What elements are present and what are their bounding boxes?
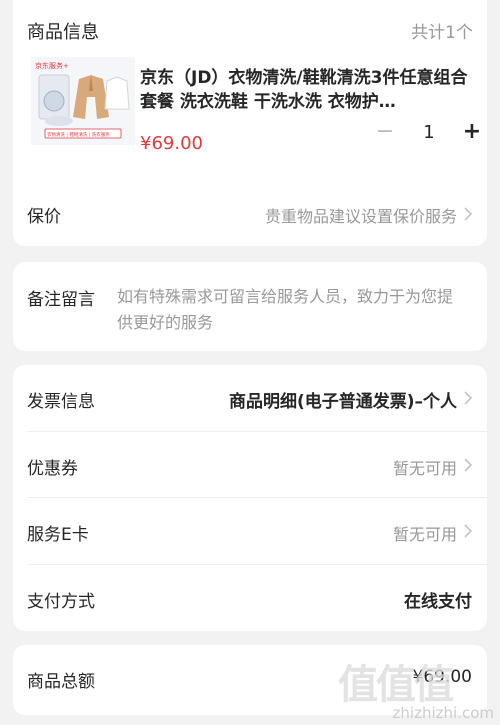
coupon-label: 优惠券 xyxy=(27,459,78,479)
insurance-label: 保价 xyxy=(27,207,61,227)
ecard-label: 服务E卡 xyxy=(27,525,89,545)
invoice-value: 商品明细(电子普通发票)–个人 xyxy=(228,392,457,412)
product-image-art: 京东服务+ 衣物清洗 | 鞋靴清洗 | 洗衣服务 xyxy=(31,57,135,145)
product-name[interactable]: 京东（JD）衣物清洗/鞋靴清洗3件任意组合套餐 洗衣洗鞋 干洗水洗 衣物护… xyxy=(140,66,473,114)
watermark-url: zhizhizhi.com xyxy=(392,704,494,722)
payment-method-value: 在线支付 xyxy=(404,592,472,612)
chevron-right-icon xyxy=(464,524,473,538)
insurance-value: 贵重物品建议设置保价服务 xyxy=(264,207,457,226)
note-input[interactable]: 如有特殊需求可留言给服务人员，致力于为您提供更好的服务 xyxy=(117,284,467,336)
image-tag-text: 衣物清洗 | 鞋靴清洗 | 洗衣服务 xyxy=(47,131,110,138)
watermark-logo: 值值值 xyxy=(338,662,454,708)
product-price: ¥69.00 xyxy=(140,133,203,154)
ecard-value: 暂无可用 xyxy=(392,525,457,544)
quantity-plus-button[interactable]: + xyxy=(458,120,486,144)
payment-method-label: 支付方式 xyxy=(27,592,95,612)
goods-count: 共计1个 xyxy=(411,23,473,43)
quantity-value[interactable]: 1 xyxy=(411,122,447,144)
coupon-value: 暂无可用 xyxy=(392,459,457,478)
image-brand-text: 京东服务+ xyxy=(35,61,69,70)
chevron-right-icon xyxy=(464,458,473,472)
order-options-card: 发票信息 商品明细(电子普通发票)–个人 优惠券 暂无可用 服务E卡 暂无可用 … xyxy=(13,365,487,631)
divider xyxy=(27,431,487,432)
divider xyxy=(27,564,487,565)
product-image[interactable]: 京东服务+ 衣物清洗 | 鞋靴清洗 | 洗衣服务 xyxy=(31,57,135,145)
invoice-label: 发票信息 xyxy=(27,392,95,412)
quantity-minus-button[interactable]: − xyxy=(371,121,399,144)
watermark: 值值值 zhizhizhi.com xyxy=(338,652,494,722)
chevron-right-icon xyxy=(464,391,473,405)
chevron-right-icon xyxy=(464,207,473,221)
divider xyxy=(27,497,487,498)
total-label: 商品总额 xyxy=(27,672,95,692)
goods-card: 商品信息 共计1个 京东服务+ 衣物清洗 | 鞋靴清洗 | 洗衣服务 京东（JD… xyxy=(13,0,487,246)
note-label: 备注留言 xyxy=(27,290,95,310)
goods-section-title: 商品信息 xyxy=(27,22,99,43)
note-card[interactable]: 备注留言 如有特殊需求可留言给服务人员，致力于为您提供更好的服务 xyxy=(13,262,487,351)
